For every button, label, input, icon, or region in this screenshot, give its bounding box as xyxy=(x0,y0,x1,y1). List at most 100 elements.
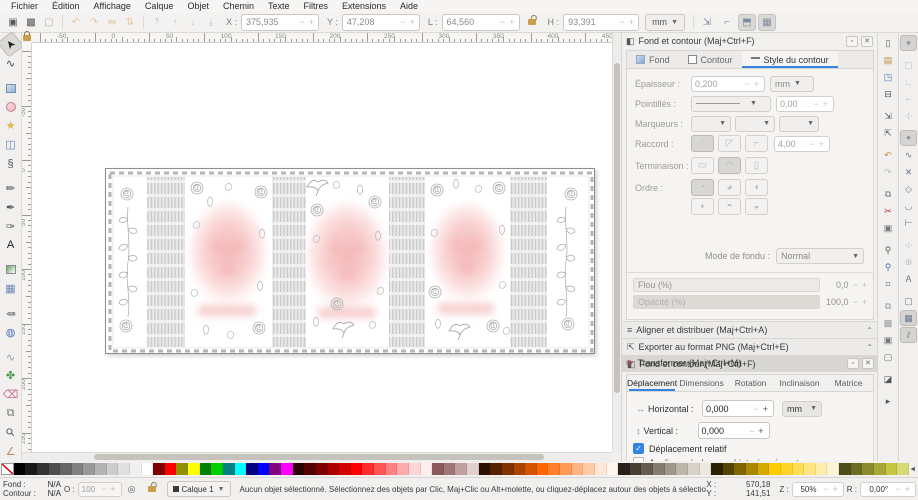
clone-button[interactable]: ▩ xyxy=(880,315,897,331)
current-layer-dropdown[interactable]: Calque 1▼ xyxy=(167,481,231,497)
lock-ratio-icon[interactable] xyxy=(528,19,536,25)
snap-bbox-midpoint-button[interactable]: ⊹ xyxy=(900,108,917,124)
vertical-ruler[interactable]: -50050100150200250 xyxy=(22,43,32,452)
tool-ellipse[interactable] xyxy=(1,98,20,117)
color-swatch[interactable] xyxy=(827,463,839,475)
color-swatch[interactable] xyxy=(281,463,293,475)
menu-fichier[interactable]: Fichier xyxy=(4,1,45,11)
snap-grid-button[interactable]: ▦ xyxy=(900,310,917,326)
order-fill-stroke-markers-button[interactable]: ◔ xyxy=(691,179,714,196)
y-field[interactable]: 47,208−+ xyxy=(342,14,420,31)
color-swatch[interactable] xyxy=(781,463,793,475)
color-swatch[interactable] xyxy=(258,463,270,475)
menu-extensions[interactable]: Extensions xyxy=(335,1,393,11)
transform-tab-inclinaison[interactable]: Inclinaison xyxy=(775,375,824,391)
panel-header-align[interactable]: ≡Aligner et distribuer (Maj+Ctrl+A)⌃ xyxy=(622,321,878,338)
snap-midpoint-button[interactable]: ⊢ xyxy=(900,215,917,231)
color-swatch[interactable] xyxy=(595,463,607,475)
menu-aide[interactable]: Aide xyxy=(393,1,425,11)
color-swatch[interactable] xyxy=(188,463,200,475)
snap-nodes-button[interactable]: ⌖ xyxy=(900,130,917,146)
color-swatch[interactable] xyxy=(490,463,502,475)
snap-bbox-button[interactable]: ▢ xyxy=(900,57,917,73)
marker-mid-dropdown[interactable]: ▼ xyxy=(735,116,775,132)
transform-unit-dropdown[interactable]: mm▼ xyxy=(782,401,822,417)
redo-button[interactable]: ↷ xyxy=(880,164,897,180)
menu-calque[interactable]: Calque xyxy=(138,1,181,11)
duplicate-button[interactable]: ⧉ xyxy=(880,298,897,314)
document-page[interactable] xyxy=(105,168,595,354)
color-swatch[interactable] xyxy=(351,463,363,475)
color-swatch[interactable] xyxy=(723,463,735,475)
relative-move-checkbox[interactable]: ✓ Déplacement relatif xyxy=(633,443,727,454)
color-swatch[interactable] xyxy=(130,463,142,475)
tool-spiral[interactable]: § xyxy=(1,154,20,173)
snap-object-center-button[interactable]: ⊹ xyxy=(900,237,917,253)
save-document-button[interactable]: ◳ xyxy=(880,69,897,85)
join-miter-button[interactable]: ⌐ xyxy=(745,135,768,152)
snap-smooth-node-button[interactable]: ◡ xyxy=(900,198,917,214)
color-swatch[interactable] xyxy=(467,463,479,475)
color-swatch[interactable] xyxy=(816,463,828,475)
transform-tab-rotation[interactable]: Rotation xyxy=(726,375,775,391)
color-swatch[interactable] xyxy=(700,463,712,475)
color-swatch[interactable] xyxy=(386,463,398,475)
menu-chemin[interactable]: Chemin xyxy=(216,1,261,11)
dash-offset-field[interactable]: 0,00−+ xyxy=(776,96,834,112)
open-document-button[interactable]: ▤ xyxy=(880,52,897,68)
tool-star[interactable]: ★ xyxy=(1,116,20,135)
transform-tab-dimensions[interactable]: Dimensions xyxy=(677,375,726,391)
color-swatch[interactable] xyxy=(95,463,107,475)
panel-header-export-png[interactable]: ⇱Exporter au format PNG (Maj+Ctrl+E)⌃ xyxy=(622,338,878,355)
tab-contour[interactable]: Contour xyxy=(679,51,742,68)
color-swatch[interactable] xyxy=(293,463,305,475)
export-button[interactable]: ⇱ xyxy=(880,125,897,141)
tool-calligraphy[interactable]: ✑ xyxy=(1,217,20,236)
snap-cusp-node-button[interactable]: ◇ xyxy=(900,181,917,197)
tool-pencil[interactable]: ✏ xyxy=(1,179,20,198)
transform-close-button[interactable]: ✕ xyxy=(862,358,874,369)
vertical-field[interactable]: 0,000−+ xyxy=(698,422,770,439)
order-stroke-fill-markers-button[interactable]: ◕ xyxy=(718,179,741,196)
rotation-field[interactable]: 0,00°−+ xyxy=(860,482,916,497)
color-swatch[interactable] xyxy=(444,463,456,475)
color-swatch[interactable] xyxy=(851,463,863,475)
fill-stroke-dialog-button[interactable]: ◪ xyxy=(880,371,897,387)
color-swatch[interactable] xyxy=(583,463,595,475)
color-swatch[interactable] xyxy=(49,463,61,475)
color-swatch[interactable] xyxy=(246,463,258,475)
tool-rectangle[interactable] xyxy=(1,79,20,98)
l-field[interactable]: 64,560−+ xyxy=(442,14,520,31)
color-swatch[interactable] xyxy=(316,463,328,475)
canvas[interactable] xyxy=(32,43,612,452)
color-swatch[interactable] xyxy=(793,463,805,475)
color-swatch[interactable] xyxy=(758,463,770,475)
guide-lock-icon[interactable] xyxy=(22,33,32,43)
color-swatch[interactable] xyxy=(269,463,281,475)
import-button[interactable]: ⇲ xyxy=(880,108,897,124)
x-field[interactable]: 375,935−+ xyxy=(241,14,319,31)
select-all-button[interactable]: ▣ xyxy=(4,14,22,31)
marker-end-dropdown[interactable]: ▼ xyxy=(779,116,819,132)
color-swatch[interactable] xyxy=(432,463,444,475)
snap-text-baseline-button[interactable]: A xyxy=(900,271,917,287)
miter-limit-field[interactable]: 4,00−+ xyxy=(774,136,830,152)
color-swatch[interactable] xyxy=(618,463,630,475)
snap-path-intersection-button[interactable]: ✕ xyxy=(900,164,917,180)
dash-pattern-dropdown[interactable]: ▼ xyxy=(691,96,771,112)
color-swatch[interactable] xyxy=(339,463,351,475)
color-swatch[interactable] xyxy=(560,463,572,475)
opacity-slider[interactable]: Opacité (%) xyxy=(633,295,820,309)
new-document-button[interactable]: ▯ xyxy=(880,35,897,51)
cap-butt-button[interactable]: ▭ xyxy=(691,157,714,174)
join-bevel-button[interactable]: ◸ xyxy=(718,135,741,152)
ungroup-button[interactable]: ▢ xyxy=(880,349,897,365)
color-swatch[interactable] xyxy=(455,463,467,475)
tool-pen[interactable]: ✒ xyxy=(1,198,20,217)
color-swatch[interactable] xyxy=(607,463,619,475)
horizontal-scrollbar[interactable] xyxy=(22,452,612,461)
color-swatch[interactable] xyxy=(897,463,909,475)
color-swatch[interactable] xyxy=(118,463,130,475)
color-swatch[interactable] xyxy=(37,463,49,475)
group-button[interactable]: ▣ xyxy=(880,332,897,348)
